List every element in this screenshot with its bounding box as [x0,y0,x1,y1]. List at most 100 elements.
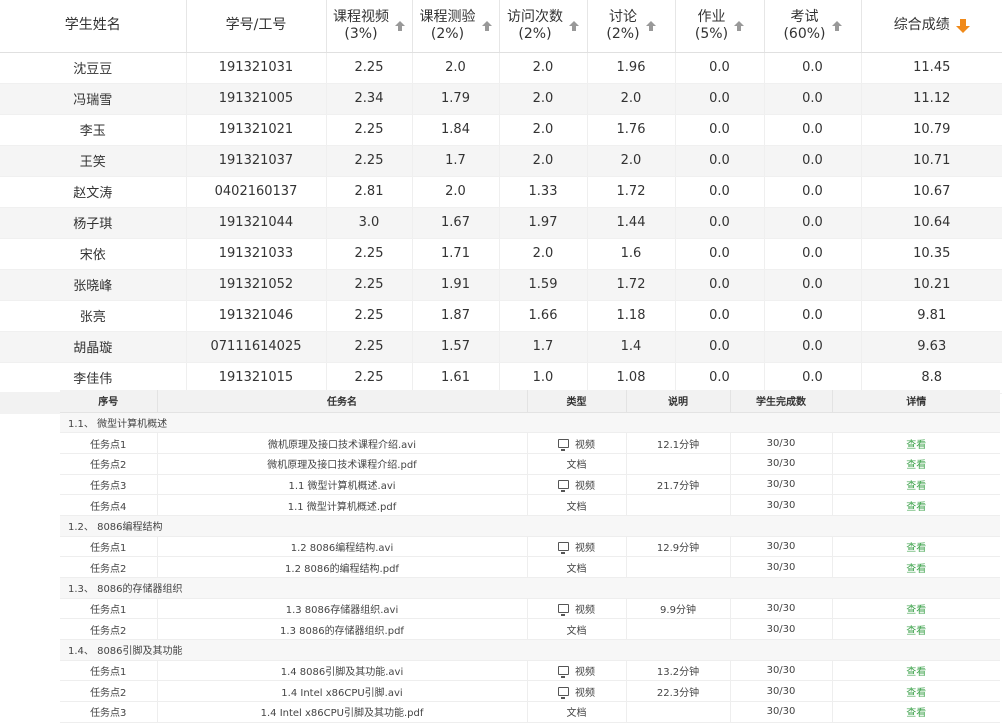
grade-cell: 9.63 [861,331,1002,363]
grades-header-3[interactable]: 课程测验 (2%) [412,0,500,53]
grade-cell: 1.66 [499,300,588,332]
view-details-link[interactable]: 查看 [906,481,926,492]
task-detail: 查看 [832,494,1000,516]
grade-cell: 10.35 [861,238,1002,270]
grade-cell: 2.0 [499,52,588,84]
grade-cell: 0.0 [764,145,862,177]
grade-cell: 191321015 [186,362,327,394]
grade-cell: 李玉 [0,114,187,146]
grade-cell: 1.91 [412,269,500,301]
tasks-table: 序号 任务名 类型 说明 学生完成数 详情 1.1、 微型计算机概述 任务点1 微机原理及接口… [60,390,1000,723]
task-done: 30/30 [730,660,833,682]
task-row: 任务点3 1.1 微型计算机概述.avi 视频 21.7分钟 30/30 查看 [60,474,1000,496]
table-row: 胡晶璇 07111614025 2.25 1.57 1.7 1.4 0.0 0.0 9.63 [0,331,1002,363]
tasks-header-3: 说明 [626,390,731,413]
monitor-icon [558,541,569,554]
sort-desc-icon[interactable] [955,18,970,33]
task-name: 1.2 8086编程结构.avi [157,536,528,558]
grade-cell: 0.0 [675,238,765,270]
task-row: 任务点1 1.2 8086编程结构.avi 视频 12.9分钟 30/30 查看 [60,536,1000,558]
grade-cell: 1.72 [587,269,676,301]
task-note: 21.7分钟 [626,474,731,496]
grades-header-7[interactable]: 考试 (60%) [764,0,862,53]
tasks-header-5: 详情 [832,390,1000,413]
task-index: 任务点2 [60,680,158,703]
task-detail: 查看 [832,432,1000,454]
grades-header-wrap: 课程测验 (2%) [420,9,492,43]
task-type-wrap: 文档 [567,560,587,575]
grades-header-8[interactable]: 综合成绩 [861,0,1002,53]
grades-header-2[interactable]: 课程视频 (3%) [326,0,413,53]
task-type-label: 文档 [566,563,587,575]
grade-cell: 0.0 [764,52,862,84]
view-details-link[interactable]: 查看 [906,460,926,471]
task-index: 任务点1 [60,432,158,454]
view-details-link[interactable]: 查看 [906,667,926,678]
grades-header-row: 学生姓名 学号/工号 课程视频 (3%) 课程测验 (2%) 访问次数 (2%) 讨论 (… [0,0,1002,53]
tasks-header-row: 序号 任务名 类型 说明 学生完成数 详情 [60,390,1000,413]
view-details-link[interactable]: 查看 [906,502,926,513]
grade-cell: 0.0 [675,52,765,84]
monitor-icon [558,686,569,699]
task-detail: 查看 [832,701,1000,723]
task-note: 9.9分钟 [626,598,731,620]
task-done: 30/30 [730,536,833,558]
task-type: 文档 [527,701,627,723]
view-details-link[interactable]: 查看 [906,440,926,451]
task-name: 1.4 Intel x86CPU引脚.avi [157,680,528,703]
task-type-label: 视频 [575,480,595,492]
grade-cell: 1.7 [412,145,500,177]
grade-cell: 2.25 [326,114,413,146]
sort-asc-icon[interactable] [395,20,405,31]
grade-cell: 3.0 [326,207,413,239]
sort-asc-icon[interactable] [831,20,842,31]
sort-asc-icon[interactable] [481,20,492,31]
sort-asc-icon[interactable] [734,20,745,31]
task-name: 微机原理及接口技术课程介绍.avi [157,432,528,454]
task-row: 任务点1 微机原理及接口技术课程介绍.avi 视频 12.1分钟 30/30 查看 [60,432,1000,454]
section-title: 1.3、 8086的存储器组织 [60,577,1000,599]
grades-header-wrap: 学号/工号 [226,17,287,34]
task-detail: 查看 [832,453,1000,475]
grades-header-4[interactable]: 访问次数 (2%) [499,0,588,53]
task-row: 任务点1 1.3 8086存储器组织.avi 视频 9.9分钟 30/30 查看 [60,598,1000,620]
grade-cell: 2.0 [412,176,500,208]
grades-header-label: 讨论 (2%) [606,8,640,42]
grades-header-6[interactable]: 作业 (5%) [675,0,765,53]
grade-cell: 2.0 [499,114,588,146]
task-type-label: 文档 [566,708,587,720]
task-type-wrap: 文档 [567,622,587,637]
grades-header-label: 课程视频 (3%) [333,8,389,42]
tasks-header-0: 序号 [60,390,158,413]
grades-header-1: 学号/工号 [186,0,327,53]
grade-cell: 1.72 [587,176,676,208]
view-details-link[interactable]: 查看 [906,564,926,575]
grades-header-5[interactable]: 讨论 (2%) [587,0,676,53]
monitor-icon [558,479,569,492]
grade-cell: 10.79 [861,114,1002,146]
view-details-link[interactable]: 查看 [906,626,926,637]
task-type-wrap: 视频 [558,601,595,617]
view-details-link[interactable]: 查看 [906,708,926,719]
view-details-link[interactable]: 查看 [906,688,926,699]
grades-header-label: 学号/工号 [225,17,287,34]
task-row: 任务点2 1.3 8086的存储器组织.pdf 文档 30/30 查看 [60,618,1000,641]
task-row: 任务点3 1.4 Intel x86CPU引脚及其功能.pdf 文档 30/30 查看 [60,701,1000,723]
grade-cell: 191321044 [186,207,327,239]
table-row: 李佳伟 191321015 2.25 1.61 1.0 1.08 0.0 0.0 8.8 [0,362,1002,394]
grade-cell: 191321005 [186,83,327,115]
sort-asc-icon[interactable] [569,20,579,31]
view-details-link[interactable]: 查看 [906,543,926,554]
task-index: 任务点3 [60,474,158,496]
sort-asc-icon[interactable] [645,20,656,31]
grade-cell: 李佳伟 [0,362,187,394]
grade-cell: 1.96 [587,52,676,84]
grades-header-label: 作业 (5%) [694,8,729,42]
task-note: 22.3分钟 [626,680,731,703]
grade-cell: 2.25 [326,145,413,177]
task-type-label: 视频 [575,542,595,554]
grades-header-wrap: 学生姓名 [65,17,121,34]
view-details-link[interactable]: 查看 [906,605,926,616]
task-type-label: 视频 [575,667,595,679]
grade-cell: 191321037 [186,145,327,177]
